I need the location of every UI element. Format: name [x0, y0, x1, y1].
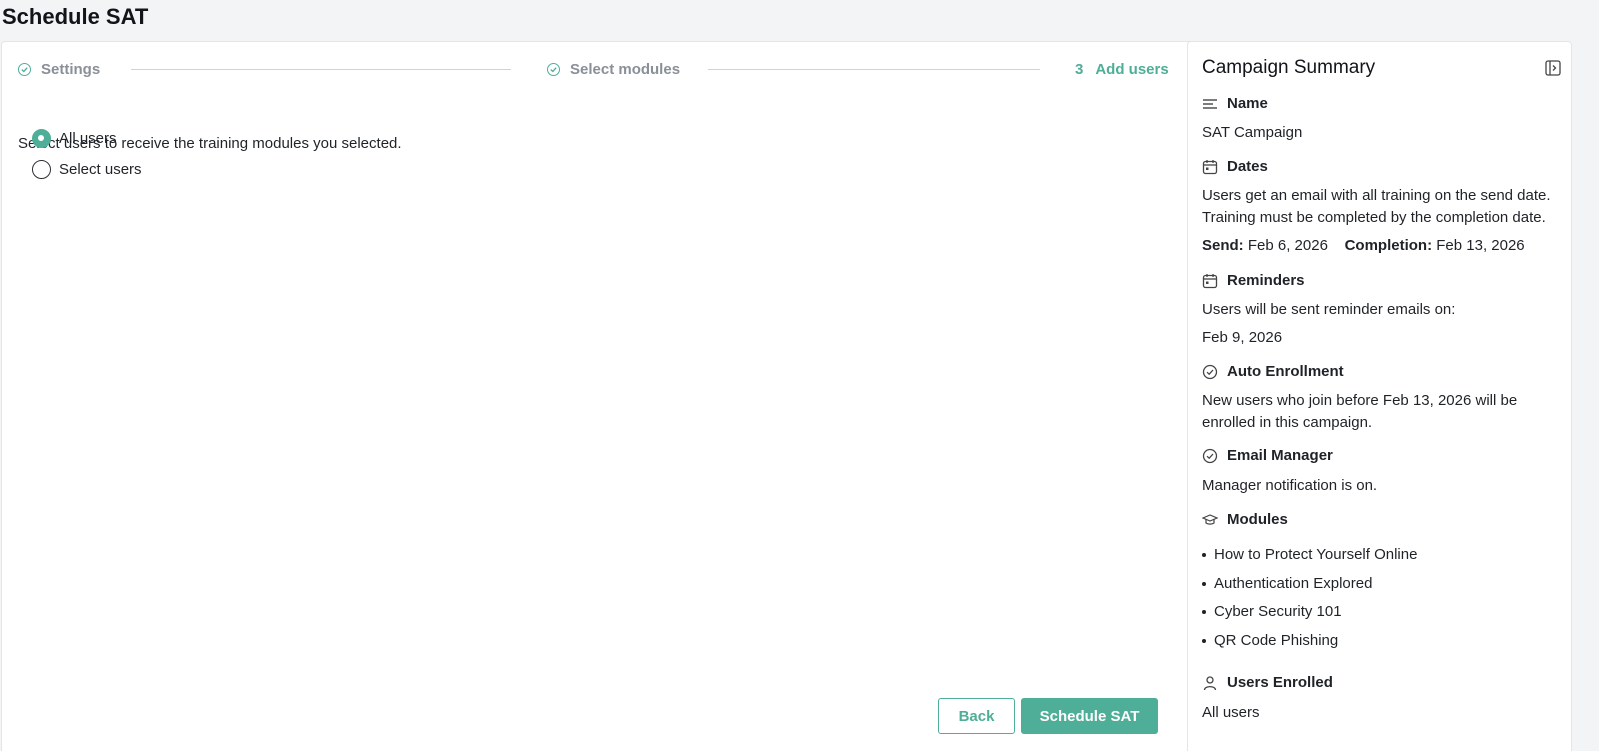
- radio-all-users[interactable]: All users: [32, 129, 117, 148]
- step-divider: [708, 69, 1040, 70]
- summary-modules-heading: Modules: [1202, 511, 1288, 528]
- summary-reminders-heading: Reminders: [1202, 272, 1305, 289]
- section-heading-label: Users Enrolled: [1227, 674, 1333, 691]
- send-date: Feb 6, 2026: [1247, 237, 1328, 254]
- section-heading-label: Reminders: [1227, 272, 1305, 289]
- module-item: Cyber Security 101: [1202, 603, 1342, 620]
- user-icon: [1203, 675, 1217, 690]
- graduation-cap-icon: [1202, 513, 1218, 525]
- check-circle-icon: [18, 62, 31, 76]
- calendar-icon: [1202, 273, 1218, 288]
- summary-users-enrolled-value: All users: [1202, 704, 1260, 721]
- bullet-icon: [1202, 581, 1206, 586]
- radio-checked-icon[interactable]: [32, 129, 51, 148]
- radio-unchecked-icon[interactable]: [32, 160, 51, 179]
- step-divider: [131, 69, 511, 70]
- section-heading-label: Modules: [1227, 511, 1288, 528]
- schedule-sat-button[interactable]: Schedule SAT: [1021, 698, 1158, 734]
- calendar-icon: [1202, 159, 1218, 174]
- main-panel: Settings Select modules 3 Add users Sele…: [1, 41, 1197, 751]
- page-title: Schedule SAT: [2, 4, 149, 29]
- campaign-summary-panel: Campaign Summary Name SAT Campaign Dates…: [1187, 41, 1572, 751]
- summary-name-heading: Name: [1202, 95, 1268, 112]
- panel-collapse-icon[interactable]: [1545, 60, 1561, 76]
- summary-email-manager-text: Manager notification is on.: [1202, 477, 1378, 494]
- summary-reminders-text: Users will be sent reminder emails on:: [1202, 301, 1456, 318]
- summary-name-value: SAT Campaign: [1202, 124, 1303, 141]
- step-number: 3: [1075, 60, 1084, 78]
- radio-select-users[interactable]: Select users: [32, 160, 142, 179]
- step-label: Settings: [41, 60, 101, 78]
- summary-users-enrolled-heading: Users Enrolled: [1202, 674, 1333, 691]
- summary-dates-values: Send: Feb 6, 2026 Completion: Feb 13, 20…: [1202, 235, 1562, 257]
- step-select-modules[interactable]: Select modules: [547, 58, 680, 80]
- section-heading-label: Email Manager: [1227, 447, 1333, 464]
- summary-auto-enrollment-heading: Auto Enrollment: [1202, 363, 1344, 380]
- bullet-icon: [1202, 552, 1206, 557]
- step-add-users[interactable]: 3 Add users: [1075, 58, 1169, 80]
- bullet-icon: [1202, 609, 1206, 614]
- step-settings[interactable]: Settings: [18, 58, 100, 80]
- check-circle-icon: [1202, 364, 1218, 379]
- summary-email-manager-heading: Email Manager: [1202, 447, 1333, 464]
- module-name: QR Code Phishing: [1214, 632, 1339, 649]
- bullet-icon: [1202, 638, 1206, 643]
- radio-label: Select users: [59, 161, 142, 178]
- check-circle-icon: [547, 62, 560, 76]
- send-label: Send:: [1202, 237, 1244, 254]
- stepper: Settings Select modules 3 Add users: [18, 58, 1182, 80]
- radio-label: All users: [59, 130, 117, 147]
- check-circle-icon: [1202, 448, 1218, 463]
- summary-reminder-date: Feb 9, 2026: [1202, 329, 1283, 346]
- module-item: Authentication Explored: [1202, 575, 1372, 592]
- summary-title: Campaign Summary: [1202, 57, 1376, 78]
- summary-dates-text: Users get an email with all training on …: [1202, 187, 1551, 226]
- section-heading-label: Name: [1227, 95, 1268, 112]
- summary-auto-enrollment-text: New users who join before Feb 13, 2026 w…: [1202, 392, 1518, 431]
- module-name: How to Protect Yourself Online: [1214, 546, 1418, 563]
- module-item: How to Protect Yourself Online: [1202, 546, 1417, 563]
- step-label: Add users: [1095, 60, 1169, 78]
- text-lines-icon: [1203, 98, 1217, 109]
- module-item: QR Code Phishing: [1202, 632, 1338, 649]
- back-button[interactable]: Back: [938, 698, 1015, 734]
- module-name: Cyber Security 101: [1214, 603, 1342, 620]
- completion-label: Completion:: [1344, 237, 1433, 254]
- module-name: Authentication Explored: [1214, 575, 1373, 592]
- completion-date: Feb 13, 2026: [1436, 237, 1525, 254]
- section-heading-label: Auto Enrollment: [1227, 363, 1344, 380]
- step-label: Select modules: [570, 60, 681, 78]
- section-heading-label: Dates: [1227, 158, 1268, 175]
- summary-dates-heading: Dates: [1202, 158, 1268, 175]
